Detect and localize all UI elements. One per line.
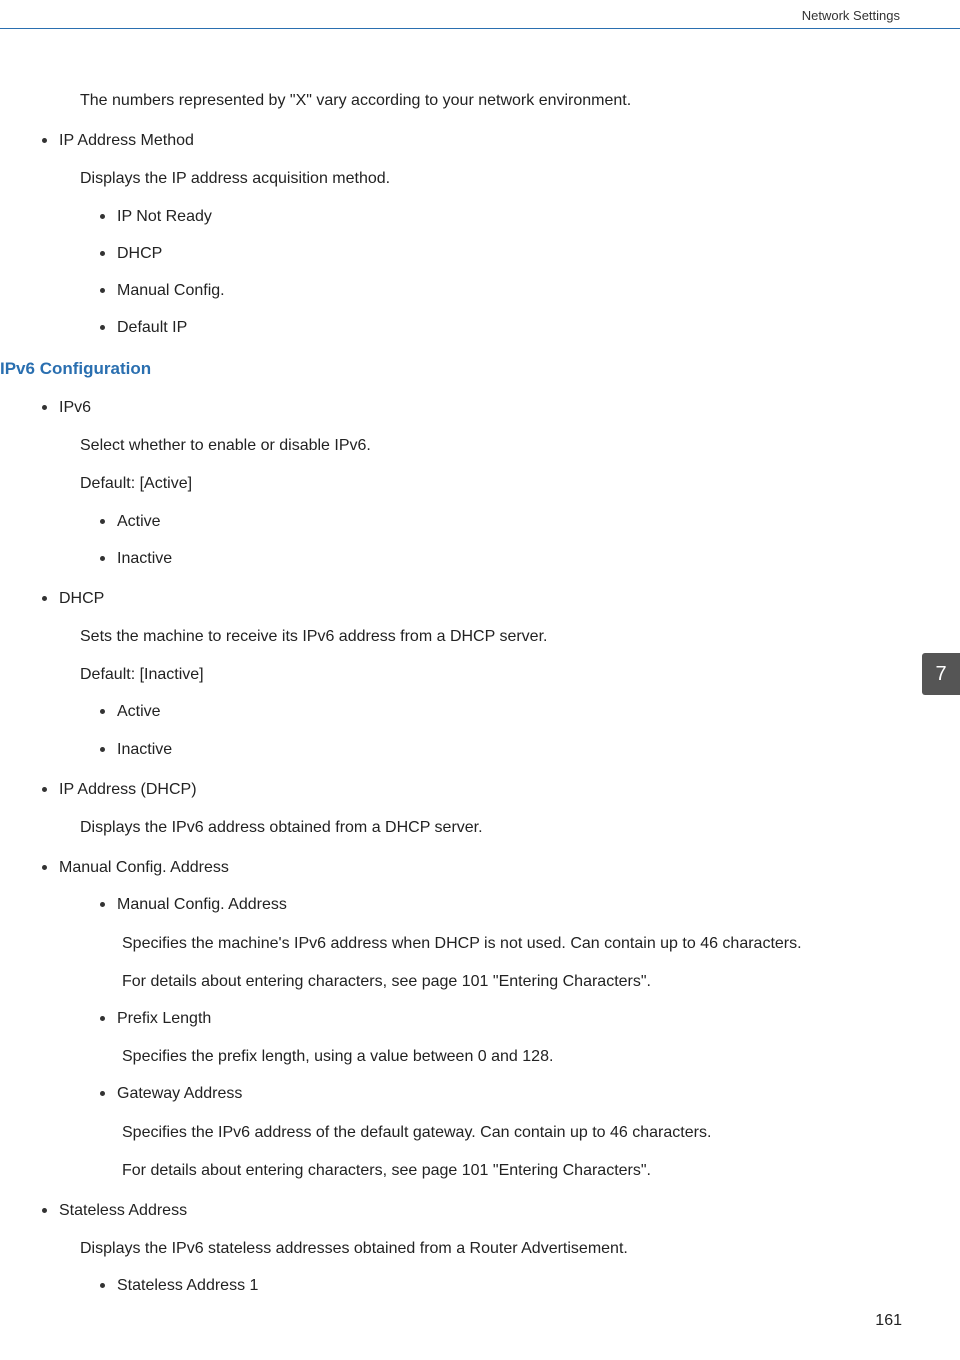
bullet-dot-icon [100, 251, 105, 256]
ip-method-opt-3: Default IP [117, 316, 187, 339]
manual-sub2-p1: Specifies the prefix length, using a val… [122, 1045, 900, 1068]
bullet-dot-icon [100, 214, 105, 219]
bullet-ip-dhcp: IP Address (DHCP) [42, 778, 900, 801]
list-item: DHCP [100, 242, 900, 265]
bullet-dot-icon [42, 138, 47, 143]
bullet-dot-icon [100, 1016, 105, 1021]
page-number: 161 [875, 1312, 902, 1330]
ipv6-opt-1: Inactive [117, 547, 172, 570]
list-item: Active [100, 700, 900, 723]
ip-method-desc: Displays the IP address acquisition meth… [80, 167, 900, 190]
bullet-manual: Manual Config. Address [42, 856, 900, 879]
list-item: Manual Config. [100, 279, 900, 302]
stateless-desc: Displays the IPv6 stateless addresses ob… [80, 1237, 900, 1260]
ip-method-title: IP Address Method [59, 129, 194, 152]
bullet-dot-icon [100, 288, 105, 293]
dhcp-desc: Sets the machine to receive its IPv6 add… [80, 625, 900, 648]
ipv6-heading: IPv6 Configuration [0, 357, 900, 382]
dhcp-opt-1: Inactive [117, 738, 172, 761]
manual-sub3-p1: Specifies the IPv6 address of the defaul… [122, 1121, 900, 1144]
manual-sub3-p2: For details about entering characters, s… [122, 1159, 900, 1182]
manual-title: Manual Config. Address [59, 856, 229, 879]
manual-sub1-p1: Specifies the machine's IPv6 address whe… [122, 932, 900, 955]
manual-sub1-title: Manual Config. Address [117, 893, 287, 916]
ip-dhcp-title: IP Address (DHCP) [59, 778, 197, 801]
bullet-dot-icon [100, 325, 105, 330]
intro-paragraph: The numbers represented by "X" vary acco… [80, 89, 900, 112]
bullet-dhcp: DHCP [42, 587, 900, 610]
manual-sub3-title: Gateway Address [117, 1082, 242, 1105]
bullet-dot-icon [42, 596, 47, 601]
ip-method-opt-0: IP Not Ready [117, 205, 212, 228]
manual-sub2-title: Prefix Length [117, 1007, 211, 1030]
bullet-dot-icon [100, 709, 105, 714]
ipv6-opt-0: Active [117, 510, 161, 533]
stateless-sub-0: Stateless Address 1 [117, 1274, 258, 1297]
running-header: Network Settings [802, 8, 900, 23]
ip-method-opt-2: Manual Config. [117, 279, 225, 302]
ipv6-default: Default: [Active] [80, 472, 900, 495]
manual-sub1-p2: For details about entering characters, s… [122, 970, 900, 993]
dhcp-default: Default: [Inactive] [80, 663, 900, 686]
ip-method-opt-1: DHCP [117, 242, 162, 265]
bullet-dot-icon [42, 865, 47, 870]
list-item: Inactive [100, 738, 900, 761]
bullet-dot-icon [100, 1283, 105, 1288]
bullet-stateless: Stateless Address [42, 1199, 900, 1222]
page-body: The numbers represented by "X" vary acco… [0, 75, 960, 1297]
bullet-manual-sub2: Prefix Length [100, 1007, 900, 1030]
ipv6-title: IPv6 [59, 396, 91, 419]
bullet-manual-sub3: Gateway Address [100, 1082, 900, 1105]
list-item: Active [100, 510, 900, 533]
list-item: Stateless Address 1 [100, 1274, 900, 1297]
bullet-dot-icon [42, 405, 47, 410]
list-item: Inactive [100, 547, 900, 570]
stateless-title: Stateless Address [59, 1199, 187, 1222]
bullet-ip-address-method: IP Address Method [42, 129, 900, 152]
bullet-dot-icon [100, 1091, 105, 1096]
ip-dhcp-desc: Displays the IPv6 address obtained from … [80, 816, 900, 839]
bullet-dot-icon [42, 787, 47, 792]
dhcp-title: DHCP [59, 587, 104, 610]
dhcp-opt-0: Active [117, 700, 161, 723]
bullet-ipv6: IPv6 [42, 396, 900, 419]
list-item: Default IP [100, 316, 900, 339]
bullet-dot-icon [100, 747, 105, 752]
header-rule [0, 28, 960, 29]
bullet-manual-sub1: Manual Config. Address [100, 893, 900, 916]
bullet-dot-icon [100, 902, 105, 907]
bullet-dot-icon [42, 1208, 47, 1213]
bullet-dot-icon [100, 556, 105, 561]
bullet-dot-icon [100, 519, 105, 524]
list-item: IP Not Ready [100, 205, 900, 228]
ipv6-desc: Select whether to enable or disable IPv6… [80, 434, 900, 457]
